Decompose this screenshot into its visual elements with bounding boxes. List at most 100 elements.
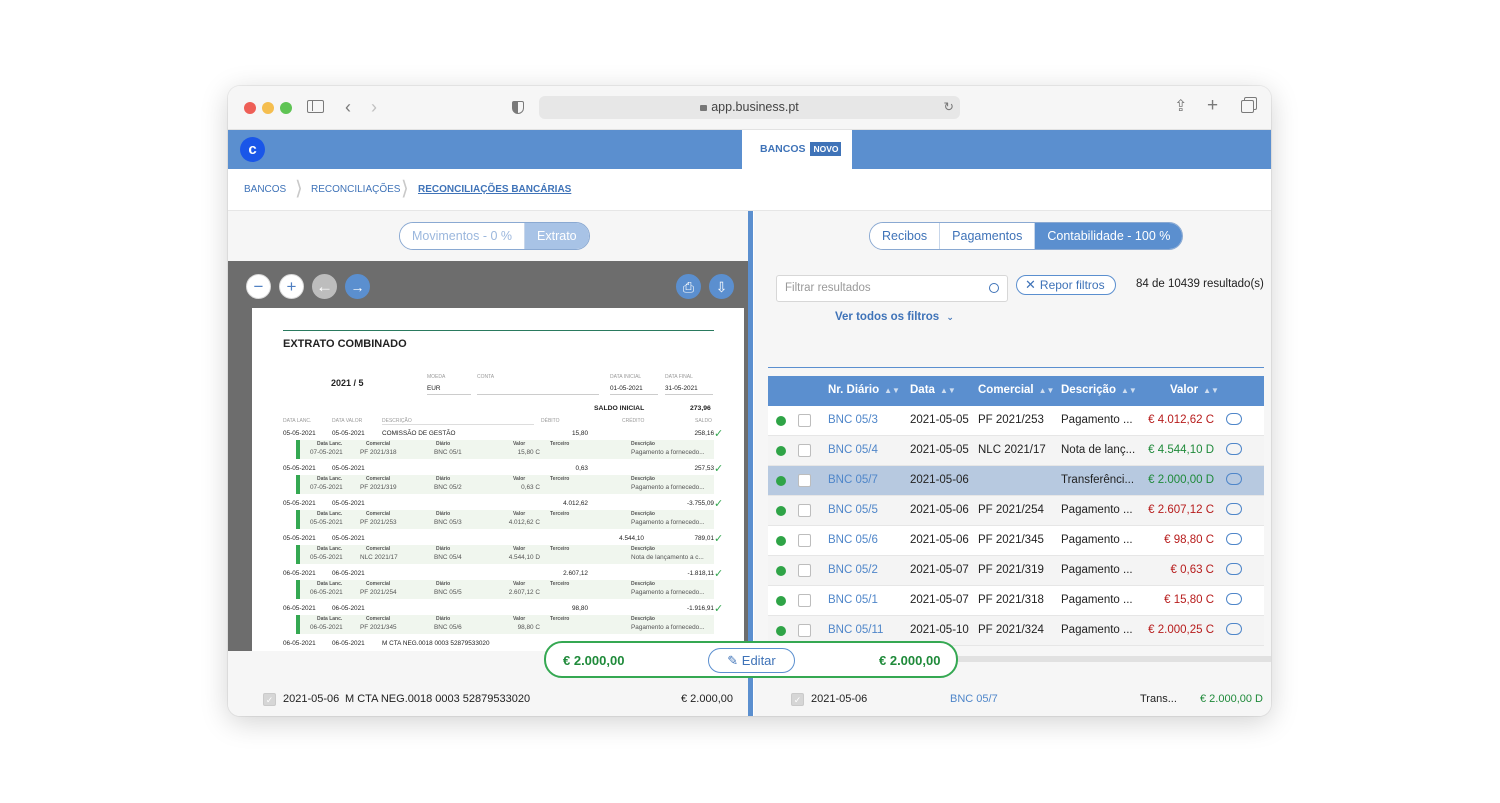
row-diario-link[interactable]: BNC 05/1 — [828, 594, 878, 606]
sort-icon[interactable]: ▲▼ — [940, 386, 956, 395]
back-icon[interactable]: ‹ — [345, 98, 351, 116]
accounting-line-diario[interactable]: BNC 05/7 — [950, 693, 998, 705]
sidebar-toggle-icon[interactable] — [307, 100, 324, 113]
row-checkbox[interactable] — [798, 414, 811, 427]
sort-icon[interactable]: ▲▼ — [1203, 386, 1219, 395]
comment-icon[interactable] — [1226, 623, 1242, 635]
col-valor[interactable]: Valor ▲▼ — [1170, 384, 1219, 396]
row-checkbox[interactable] — [798, 444, 811, 457]
sort-icon[interactable]: ▲▼ — [1121, 386, 1137, 395]
share-icon[interactable]: ⇪ — [1174, 99, 1187, 115]
search-icon[interactable] — [989, 283, 999, 293]
breadcrumb-reconciliacoes-bancarias[interactable]: RECONCILIAÇÕES BANCÁRIAS — [418, 184, 571, 195]
document-title: EXTRATO COMBINADO — [283, 338, 407, 350]
address-bar[interactable]: app.business.pt ↻ — [539, 96, 960, 119]
comment-icon[interactable] — [1226, 533, 1242, 545]
tab-extrato[interactable]: Extrato — [525, 223, 589, 249]
matched-entry[interactable]: Data Lanc. Comercial Diário Valor Tercei… — [296, 440, 714, 459]
chevron-down-icon: ⌄ — [946, 312, 954, 322]
url-text: app.business.pt — [711, 100, 799, 114]
breadcrumb: BANCOS ⟩ RECONCILIAÇÕES ⟩ RECONCILIAÇÕES… — [228, 169, 1271, 211]
breadcrumb-reconciliacoes[interactable]: RECONCILIAÇÕES — [311, 184, 400, 195]
selected-accounting-line[interactable]: ✓ 2021-05-06 BNC 05/7 Trans... € 2.000,0… — [754, 686, 1271, 716]
col-valor-label: Valor — [1170, 384, 1199, 396]
next-page-button[interactable]: → — [345, 274, 370, 299]
filter-input[interactable]: Filtrar resultados — [776, 275, 1008, 302]
tab-contabilidade[interactable]: Contabilidade - 100 % — [1035, 223, 1183, 249]
accounting-line-checkbox[interactable]: ✓ — [791, 693, 804, 706]
row-checkbox[interactable] — [798, 474, 811, 487]
close-window-button[interactable] — [244, 102, 256, 114]
table-row[interactable]: BNC 05/1 2021-05-07 PF 2021/318 Pagament… — [768, 586, 1264, 616]
comment-icon[interactable] — [1226, 443, 1242, 455]
app-logo[interactable]: c — [240, 137, 265, 162]
accounting-line-description: Trans... — [1140, 693, 1177, 705]
matched-entry[interactable]: Data Lanc. Comercial Diário Valor Tercei… — [296, 580, 714, 599]
comment-icon[interactable] — [1226, 503, 1242, 515]
col-descricao[interactable]: Descrição ▲▼ — [1061, 384, 1137, 396]
col-comercial[interactable]: Comercial ▲▼ — [978, 384, 1054, 396]
comment-icon[interactable] — [1226, 593, 1242, 605]
row-diario-link[interactable]: BNC 05/11 — [828, 624, 883, 636]
minimize-window-button[interactable] — [262, 102, 274, 114]
sub-diario: BNC 05/6 — [434, 624, 462, 631]
table-row[interactable]: BNC 05/7 2021-05-06 Transferênci... € 2.… — [768, 466, 1264, 496]
zoom-in-button[interactable]: + — [279, 274, 304, 299]
comment-icon[interactable] — [1226, 413, 1242, 425]
row-checkbox[interactable] — [798, 534, 811, 547]
matched-entry[interactable]: Data Lanc. Comercial Diário Valor Tercei… — [296, 510, 714, 529]
sub-header: Diário — [436, 546, 451, 552]
matched-entry[interactable]: Data Lanc. Comercial Diário Valor Tercei… — [296, 475, 714, 494]
row-checkbox[interactable] — [798, 624, 811, 637]
col-data-valor: DATA VALOR — [332, 418, 363, 424]
row-checkbox[interactable] — [798, 564, 811, 577]
tab-recibos[interactable]: Recibos — [870, 223, 941, 249]
data-inicial-value: 01-05-2021 — [610, 385, 658, 395]
row-diario-link[interactable]: BNC 05/4 — [828, 444, 878, 456]
previous-page-button[interactable]: ← — [312, 274, 337, 299]
table-row[interactable]: BNC 05/2 2021-05-07 PF 2021/319 Pagament… — [768, 556, 1264, 586]
table-row[interactable]: BNC 05/3 2021-05-05 PF 2021/253 Pagament… — [768, 406, 1264, 436]
comment-icon[interactable] — [1226, 473, 1242, 485]
breadcrumb-bancos[interactable]: BANCOS — [244, 184, 286, 195]
row-diario-link[interactable]: BNC 05/7 — [828, 474, 878, 486]
row-checkbox[interactable] — [798, 594, 811, 607]
forward-icon[interactable]: › — [371, 98, 377, 116]
comment-icon[interactable] — [1226, 563, 1242, 575]
privacy-shield-icon[interactable] — [512, 101, 524, 114]
table-row[interactable]: BNC 05/5 2021-05-06 PF 2021/254 Pagament… — [768, 496, 1264, 526]
matched-entry[interactable]: Data Lanc. Comercial Diário Valor Tercei… — [296, 615, 714, 634]
table-row[interactable]: BNC 05/6 2021-05-06 PF 2021/345 Pagament… — [768, 526, 1264, 556]
row-data-lanc: 05-05-2021 — [283, 430, 316, 437]
edit-button[interactable]: ✎ Editar — [708, 648, 795, 673]
table-row[interactable]: BNC 05/4 2021-05-05 NLC 2021/17 Nota de … — [768, 436, 1264, 466]
see-all-filters-link[interactable]: Ver todos os filtros ⌄ — [835, 311, 954, 323]
row-checkbox[interactable] — [798, 504, 811, 517]
col-data[interactable]: Data ▲▼ — [910, 384, 956, 396]
row-diario-link[interactable]: BNC 05/3 — [828, 414, 878, 426]
zoom-window-button[interactable] — [280, 102, 292, 114]
sort-icon[interactable]: ▲▼ — [1039, 386, 1055, 395]
matched-entry[interactable]: Data Lanc. Comercial Diário Valor Tercei… — [296, 545, 714, 564]
col-nr-diario[interactable]: Nr. Diário ▲▼ — [828, 384, 900, 396]
row-valor: € 2.607,12 C — [1148, 504, 1214, 516]
row-diario-link[interactable]: BNC 05/6 — [828, 534, 878, 546]
pdf-viewer: − + ← → ⎙ ⇩ EXTRATO COMBINADO 2021 / 5 M… — [228, 261, 748, 651]
reload-icon[interactable]: ↻ — [944, 96, 954, 119]
statement-line-checkbox[interactable]: ✓ — [263, 693, 276, 706]
browser-window: ‹ › app.business.pt ↻ ⇪ + c BANCOS NOVO … — [228, 86, 1271, 716]
row-diario-link[interactable]: BNC 05/2 — [828, 564, 878, 576]
tab-pagamentos[interactable]: Pagamentos — [940, 223, 1036, 249]
download-pdf-button[interactable]: ⇩ — [709, 274, 734, 299]
row-diario-link[interactable]: BNC 05/5 — [828, 504, 878, 516]
sort-icon[interactable]: ▲▼ — [884, 386, 900, 395]
tab-bancos[interactable]: BANCOS NOVO — [742, 130, 852, 169]
sub-data-lanc: 05-05-2021 — [310, 554, 343, 561]
selected-statement-line[interactable]: ✓ 2021-05-06 M CTA NEG.0018 0003 5287953… — [228, 686, 748, 716]
zoom-out-button[interactable]: − — [246, 274, 271, 299]
print-button[interactable]: ⎙ — [676, 274, 701, 299]
reset-filters-button[interactable]: ✕ Repor filtros — [1016, 275, 1116, 295]
new-tab-icon[interactable]: + — [1207, 96, 1218, 115]
tab-movimentos[interactable]: Movimentos - 0 % — [400, 223, 526, 249]
tab-overview-icon[interactable] — [1241, 100, 1254, 113]
